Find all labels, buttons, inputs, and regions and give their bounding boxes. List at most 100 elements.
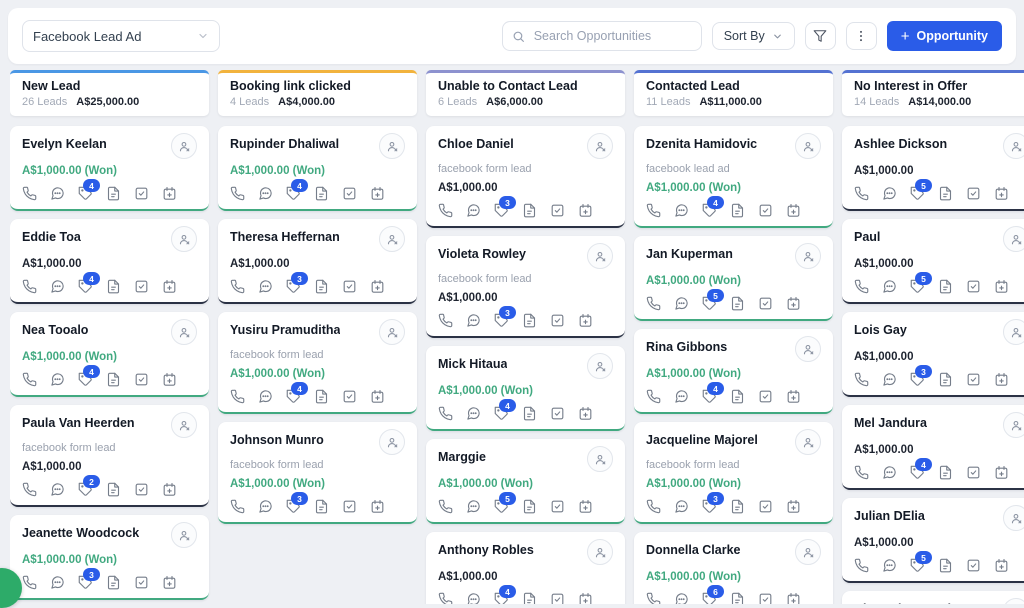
opportunity-card[interactable]: Donnella Clarke A$1,000.00 (Won) 6 [634,532,833,604]
more-options-button[interactable] [845,22,877,50]
sms-icon[interactable] [466,592,481,604]
appointment-icon[interactable] [786,296,801,311]
notes-icon[interactable] [730,592,745,604]
appointment-icon[interactable] [994,279,1009,294]
appointment-icon[interactable] [370,186,385,201]
tags-icon[interactable]: 2 [78,475,100,497]
tasks-icon[interactable] [550,499,565,514]
appointment-icon[interactable] [162,372,177,387]
sort-by-button[interactable]: Sort By [711,22,795,50]
notes-icon[interactable] [314,186,329,201]
call-icon[interactable] [854,279,869,294]
tags-icon[interactable]: 4 [702,196,724,218]
tasks-icon[interactable] [134,372,149,387]
assign-owner-button[interactable] [1003,412,1024,438]
notes-icon[interactable] [730,296,745,311]
opportunity-card[interactable]: Jan Kuperman A$1,000.00 (Won) 5 [634,236,833,321]
notes-icon[interactable] [522,592,537,604]
tasks-icon[interactable] [758,499,773,514]
call-icon[interactable] [646,296,661,311]
call-icon[interactable] [854,465,869,480]
tasks-icon[interactable] [550,313,565,328]
opportunity-card[interactable]: Mick Hitaua A$1,000.00 (Won) 4 [426,346,625,431]
call-icon[interactable] [230,279,245,294]
assign-owner-button[interactable] [379,429,405,455]
tags-icon[interactable]: 4 [702,382,724,404]
assign-owner-button[interactable] [171,226,197,252]
call-icon[interactable] [22,575,37,590]
sms-icon[interactable] [674,296,689,311]
sms-icon[interactable] [674,592,689,604]
sms-icon[interactable] [258,186,273,201]
opportunity-card[interactable]: Dzenita Hamidovic facebook lead ad A$1,0… [634,126,833,228]
appointment-icon[interactable] [786,389,801,404]
sms-icon[interactable] [258,389,273,404]
tasks-icon[interactable] [758,203,773,218]
tags-icon[interactable]: 3 [494,196,516,218]
sms-icon[interactable] [466,499,481,514]
notes-icon[interactable] [106,575,121,590]
assign-owner-button[interactable] [379,319,405,345]
sms-icon[interactable] [882,279,897,294]
sms-icon[interactable] [882,372,897,387]
call-icon[interactable] [230,186,245,201]
appointment-icon[interactable] [162,482,177,497]
notes-icon[interactable] [730,203,745,218]
opportunity-card[interactable]: Rina Gibbons A$1,000.00 (Won) 4 [634,329,833,414]
call-icon[interactable] [438,592,453,604]
opportunity-card[interactable]: Jacqueline Majorel facebook form lead A$… [634,422,833,524]
opportunity-card[interactable]: Eddie Toa A$1,000.00 4 [10,219,209,304]
assign-owner-button[interactable] [1003,226,1024,252]
tasks-icon[interactable] [758,592,773,604]
notes-icon[interactable] [938,558,953,573]
assign-owner-button[interactable] [587,539,613,565]
opportunity-card[interactable]: Lois Gay A$1,000.00 3 [842,312,1024,397]
tags-icon[interactable]: 6 [702,585,724,604]
tags-icon[interactable]: 4 [78,179,100,201]
appointment-icon[interactable] [786,499,801,514]
tags-icon[interactable]: 5 [910,179,932,201]
tasks-icon[interactable] [134,279,149,294]
appointment-icon[interactable] [370,499,385,514]
sms-icon[interactable] [50,186,65,201]
tags-icon[interactable]: 5 [910,272,932,294]
pipeline-select[interactable]: Facebook Lead Ad [22,20,220,52]
appointment-icon[interactable] [578,499,593,514]
notes-icon[interactable] [938,279,953,294]
appointment-icon[interactable] [162,279,177,294]
tags-icon[interactable]: 5 [494,492,516,514]
tasks-icon[interactable] [342,279,357,294]
tags-icon[interactable]: 4 [286,382,308,404]
sms-icon[interactable] [258,499,273,514]
notes-icon[interactable] [106,482,121,497]
call-icon[interactable] [646,389,661,404]
assign-owner-button[interactable] [171,319,197,345]
call-icon[interactable] [438,406,453,421]
appointment-icon[interactable] [786,203,801,218]
appointment-icon[interactable] [578,313,593,328]
tasks-icon[interactable] [758,296,773,311]
tasks-icon[interactable] [966,372,981,387]
sms-icon[interactable] [50,482,65,497]
assign-owner-button[interactable] [795,539,821,565]
appointment-icon[interactable] [162,186,177,201]
sms-icon[interactable] [50,279,65,294]
tags-icon[interactable]: 3 [702,492,724,514]
call-icon[interactable] [438,203,453,218]
filter-button[interactable] [804,22,836,50]
call-icon[interactable] [22,186,37,201]
notes-icon[interactable] [522,406,537,421]
assign-owner-button[interactable] [795,429,821,455]
opportunity-card[interactable]: Alan Arjuna Anderson facebook form lead … [842,591,1024,604]
call-icon[interactable] [646,203,661,218]
notes-icon[interactable] [106,186,121,201]
assign-owner-button[interactable] [379,133,405,159]
notes-icon[interactable] [106,372,121,387]
tags-icon[interactable]: 3 [78,568,100,590]
assign-owner-button[interactable] [795,243,821,269]
opportunity-card[interactable]: Paul A$1,000.00 5 [842,219,1024,304]
sms-icon[interactable] [258,279,273,294]
call-icon[interactable] [646,499,661,514]
call-icon[interactable] [854,372,869,387]
opportunity-card[interactable]: Evelyn Keelan A$1,000.00 (Won) 4 [10,126,209,211]
